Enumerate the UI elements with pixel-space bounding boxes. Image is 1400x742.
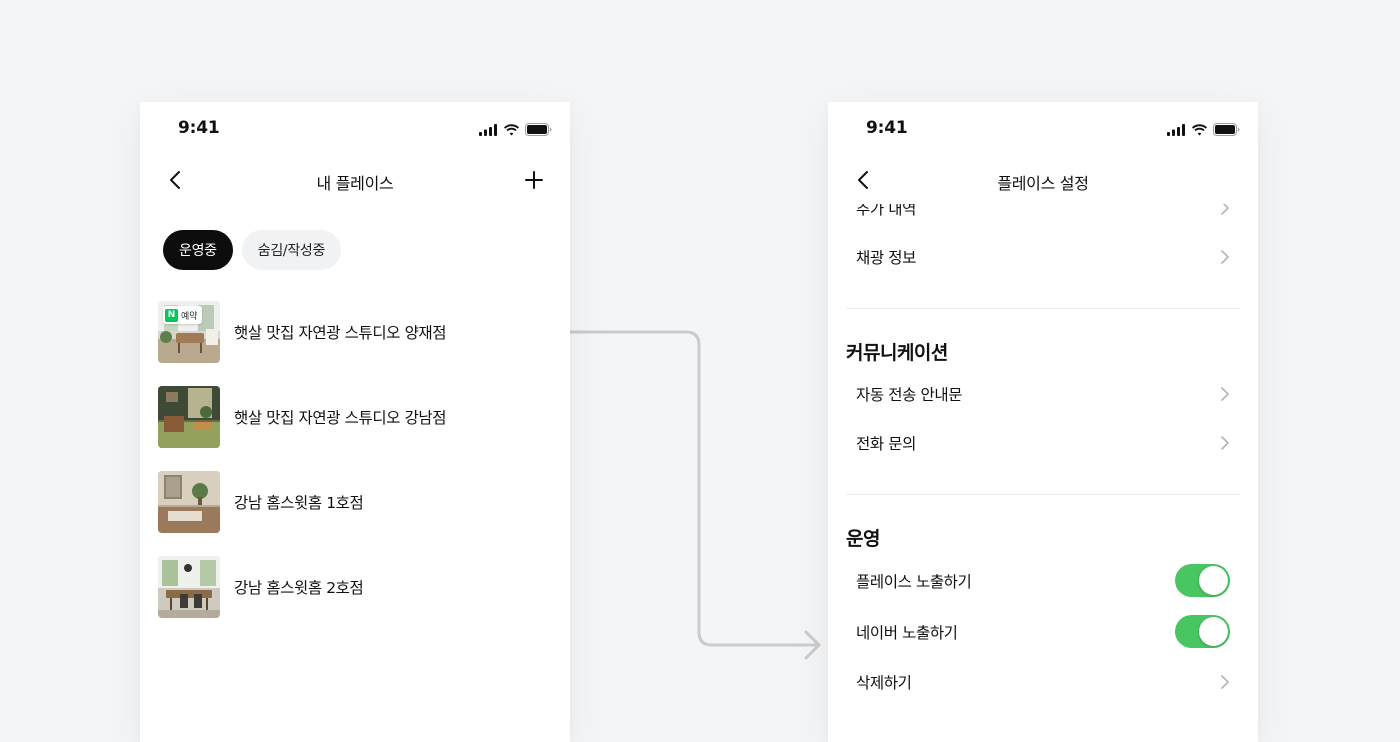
place-item[interactable]: 강남 홈스윗홈 1호점 [158, 471, 552, 533]
settings-scroll-area[interactable]: 추가 내역 채광 정보 커뮤니케이션 자동 전송 안내문 전화 문의 운영 플레… [828, 202, 1258, 742]
settings-row-auto-message[interactable]: 자동 전송 안내문 [846, 369, 1240, 418]
place-thumbnail [158, 556, 220, 618]
settings-row-additional[interactable]: 추가 내역 [846, 202, 1240, 232]
connector-arrowhead [804, 630, 821, 660]
row-label: 전화 문의 [856, 434, 916, 453]
place-item[interactable]: 햇살 맛집 자연광 스튜디오 강남점 [158, 386, 552, 448]
badge-label: 예약 [181, 311, 198, 322]
row-label: 채광 정보 [856, 248, 916, 267]
place-name: 강남 홈스윗홈 2호점 [234, 579, 364, 597]
cellular-signal-icon [1167, 121, 1186, 140]
status-icons [1167, 121, 1240, 140]
settings-row-naver-visibility: 네이버 노출하기 [846, 606, 1240, 657]
page-title: 내 플레이스 [316, 174, 394, 193]
settings-row-lighting[interactable]: 채광 정보 [846, 232, 1240, 281]
wifi-icon [503, 121, 520, 140]
place-thumbnail [158, 471, 220, 533]
chevron-right-icon [1220, 386, 1230, 401]
place-visibility-toggle[interactable] [1175, 564, 1230, 597]
tab-operating[interactable]: 운영중 [163, 230, 233, 270]
row-label: 네이버 노출하기 [856, 623, 958, 642]
add-place-button[interactable] [522, 168, 546, 192]
chevron-right-icon [1220, 249, 1230, 264]
cellular-signal-icon [479, 121, 498, 140]
status-icons [479, 121, 552, 140]
battery-icon [1213, 121, 1240, 140]
row-label: 추가 내역 [856, 202, 916, 218]
status-time: 9:41 [178, 118, 220, 138]
tab-hidden-draft[interactable]: 숨김/작성중 [241, 230, 342, 270]
naver-reservation-badge: N 예약 [163, 306, 202, 324]
place-name: 강남 홈스윗홈 1호점 [234, 494, 364, 512]
connector-line [548, 330, 820, 647]
plus-icon [525, 171, 543, 189]
status-bar: 9:41 [140, 102, 570, 154]
section-title-communication: 커뮤니케이션 [846, 341, 948, 364]
place-name: 햇살 맛집 자연광 스튜디오 양재점 [234, 324, 447, 342]
settings-list: 추가 내역 채광 정보 커뮤니케이션 자동 전송 안내문 전화 문의 운영 플레… [846, 202, 1240, 706]
place-item[interactable]: 강남 홈스윗홈 2호점 [158, 556, 552, 618]
place-name: 햇살 맛집 자연광 스튜디오 강남점 [234, 409, 447, 427]
place-item[interactable]: N 예약 햇살 맛집 자연광 스튜디오 양재점 [158, 301, 552, 363]
nav-bar: 내 플레이스 [140, 158, 570, 202]
settings-row-place-visibility: 플레이스 노출하기 [846, 555, 1240, 606]
chevron-right-icon [1220, 435, 1230, 450]
wifi-icon [1191, 121, 1208, 140]
toggle-knob [1199, 617, 1228, 646]
chevron-right-icon [1220, 674, 1230, 689]
place-settings-screen: 9:41 추가 내역 채광 정보 커뮤니케이션 자동 전송 안내문 전화 문의 … [828, 102, 1258, 742]
status-bar: 9:41 [828, 102, 1258, 154]
row-label: 삭제하기 [856, 673, 912, 692]
toggle-knob [1199, 566, 1228, 595]
settings-row-delete[interactable]: 삭제하기 [846, 657, 1240, 706]
row-label: 플레이스 노출하기 [856, 572, 972, 591]
page-title: 플레이스 설정 [997, 174, 1089, 193]
place-thumbnail [158, 386, 220, 448]
settings-row-phone-inquiry[interactable]: 전화 문의 [846, 418, 1240, 467]
my-places-screen: 9:41 내 플레이스 운영중 숨김/작성중 N 예약 햇살 맛집 자연광 스튜… [140, 102, 570, 742]
section-title-operation: 운영 [846, 527, 880, 550]
place-list: N 예약 햇살 맛집 자연광 스튜디오 양재점 햇살 맛집 자연광 스튜디오 강… [158, 301, 552, 641]
place-thumbnail: N 예약 [158, 301, 220, 363]
naver-visibility-toggle[interactable] [1175, 615, 1230, 648]
status-time: 9:41 [866, 118, 908, 138]
naver-logo-icon: N [165, 308, 178, 322]
battery-icon [525, 121, 552, 140]
nav-bar: 플레이스 설정 [828, 158, 1258, 204]
status-tabs: 운영중 숨김/작성중 [163, 230, 342, 270]
row-label: 자동 전송 안내문 [856, 385, 963, 404]
